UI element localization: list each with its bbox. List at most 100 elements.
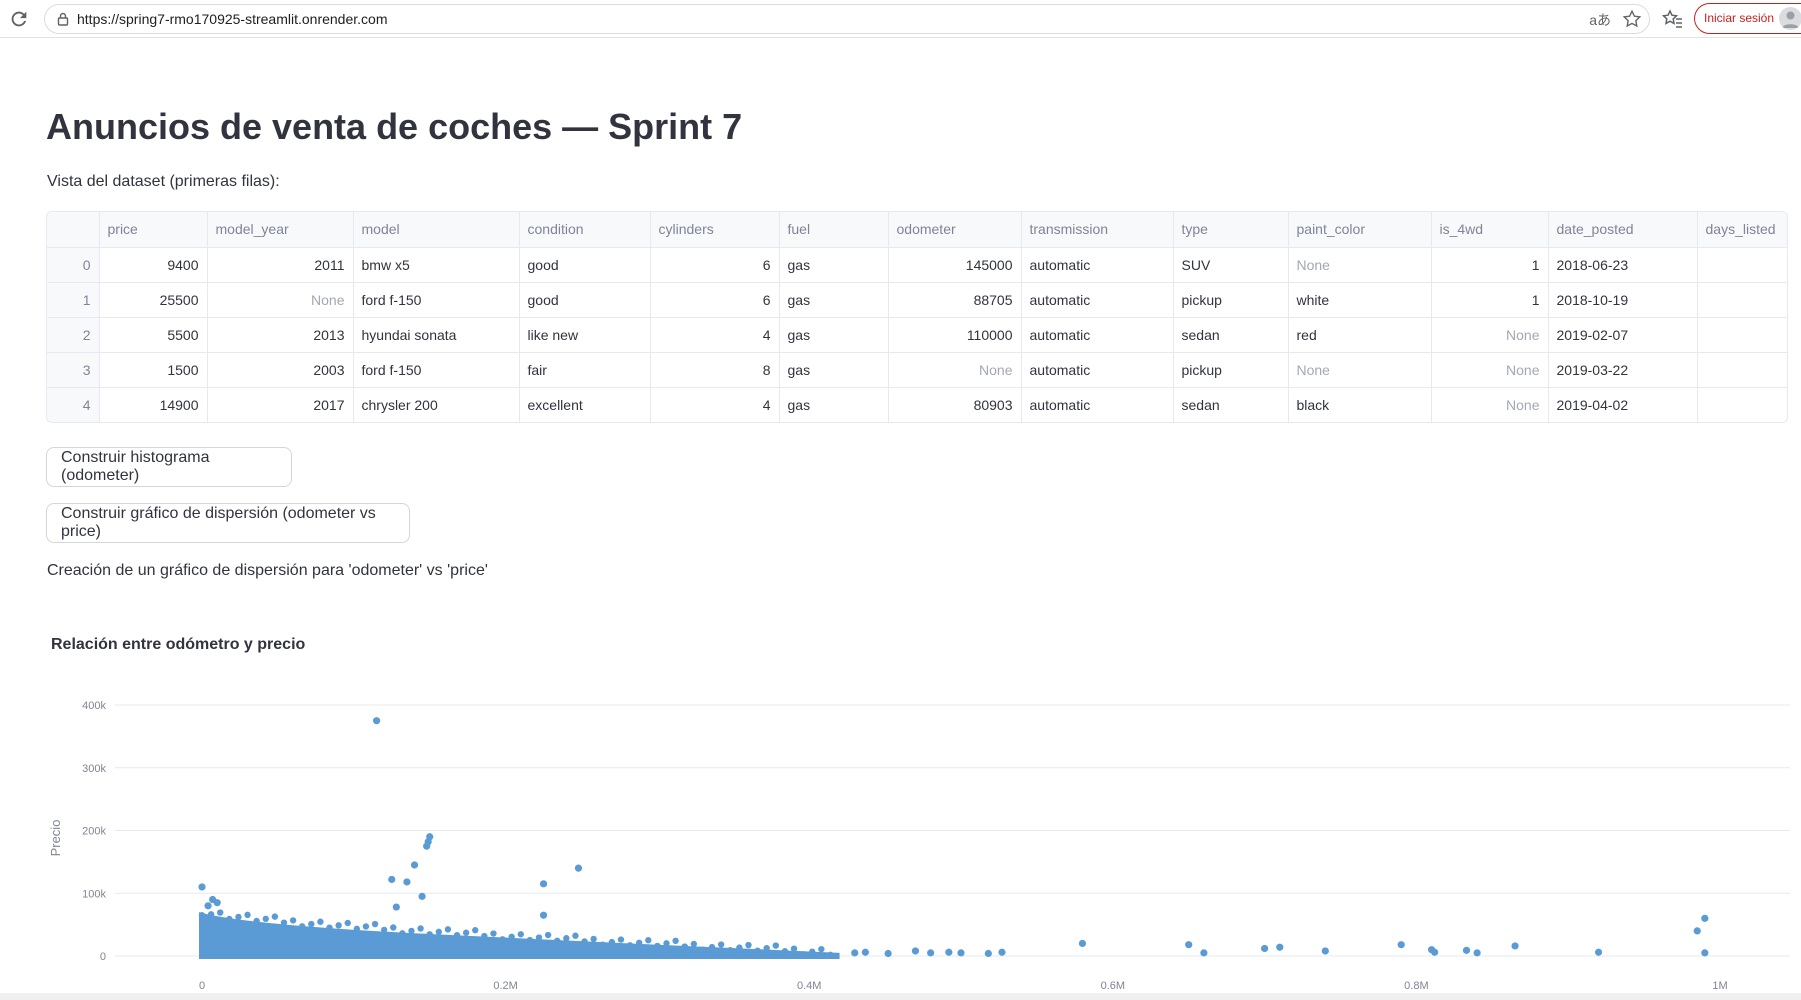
table-cell[interactable]: 4: [650, 317, 780, 353]
table-cell[interactable]: 2013: [207, 317, 354, 353]
table-cell[interactable]: None: [1431, 317, 1549, 353]
table-cell[interactable]: None: [1431, 387, 1549, 422]
table-cell[interactable]: 14900: [99, 387, 208, 422]
table-cell[interactable]: 50: [1697, 282, 1787, 318]
table-row[interactable]: 2 5500 2013 hyundai sonata like new 4 gas 11000…: [47, 317, 1787, 353]
table-cell[interactable]: pickup: [1173, 282, 1289, 318]
index-header[interactable]: [47, 212, 100, 248]
table-cell[interactable]: 6: [650, 247, 780, 283]
table-cell[interactable]: 110000: [888, 317, 1022, 353]
table-cell[interactable]: 2019-03-22: [1548, 352, 1698, 388]
table-cell[interactable]: automatic: [1021, 352, 1174, 388]
table-cell[interactable]: pickup: [1173, 352, 1289, 388]
table-cell[interactable]: bmw x5: [353, 247, 520, 283]
column-header-odometer[interactable]: odometer: [888, 212, 1022, 248]
table-cell[interactable]: 2018-06-23: [1548, 247, 1698, 283]
row-index[interactable]: 3: [47, 352, 100, 388]
table-cell[interactable]: SUV: [1173, 247, 1289, 283]
table-cell[interactable]: red: [1288, 317, 1432, 353]
row-index[interactable]: 2: [47, 317, 100, 353]
table-cell[interactable]: automatic: [1021, 247, 1174, 283]
table-cell[interactable]: gas: [779, 317, 889, 353]
row-index[interactable]: 1: [47, 282, 100, 318]
address-bar[interactable]: https://spring7-rmo170925-streamlit.onre…: [44, 4, 1650, 34]
table-cell[interactable]: sedan: [1173, 317, 1289, 353]
dataframe-table[interactable]: price model_year model condition cylinders fu…: [46, 211, 1788, 423]
column-header-cylinders[interactable]: cylinders: [650, 212, 780, 248]
table-cell[interactable]: 9: [1697, 352, 1787, 388]
table-cell[interactable]: excellent: [519, 387, 651, 422]
table-cell[interactable]: 6: [650, 282, 780, 318]
column-header-paint_color[interactable]: paint_color: [1288, 212, 1432, 248]
table-cell[interactable]: white: [1288, 282, 1432, 318]
column-header-fuel[interactable]: fuel: [779, 212, 889, 248]
table-row[interactable]: 1 25500 None ford f-150 good 6 gas 88705 automat…: [47, 282, 1787, 318]
table-row[interactable]: 4 14900 2017 chrysler 200 excellent 4 gas 80903…: [47, 387, 1787, 422]
table-cell[interactable]: 9400: [99, 247, 208, 283]
column-header-model[interactable]: model: [353, 212, 520, 248]
table-cell[interactable]: None: [1431, 352, 1549, 388]
table-cell[interactable]: good: [519, 247, 651, 283]
column-header-price[interactable]: price: [99, 212, 208, 248]
table-cell[interactable]: 79: [1697, 317, 1787, 353]
column-header-transmission[interactable]: transmission: [1021, 212, 1174, 248]
table-row[interactable]: 3 1500 2003 ford f-150 fair 8 gas None automatic…: [47, 352, 1787, 388]
table-cell[interactable]: 28: [1697, 387, 1787, 422]
table-cell[interactable]: 1: [1431, 247, 1549, 283]
column-header-model_year[interactable]: model_year: [207, 212, 354, 248]
table-cell[interactable]: hyundai sonata: [353, 317, 520, 353]
horizontal-scrollbar[interactable]: [0, 993, 1801, 1000]
bookmark-star-icon[interactable]: [1621, 8, 1643, 30]
table-cell[interactable]: 2018-10-19: [1548, 282, 1698, 318]
table-cell[interactable]: black: [1288, 387, 1432, 422]
table-cell[interactable]: fair: [519, 352, 651, 388]
sign-in-button[interactable]: Iniciar sesión: [1694, 3, 1801, 34]
table-cell[interactable]: gas: [779, 282, 889, 318]
row-index[interactable]: 0: [47, 247, 100, 283]
table-cell[interactable]: None: [1288, 352, 1432, 388]
table-cell[interactable]: 2017: [207, 387, 354, 422]
table-cell[interactable]: None: [1288, 247, 1432, 283]
column-header-condition[interactable]: condition: [519, 212, 651, 248]
column-header-is_4wd[interactable]: is_4wd: [1431, 212, 1549, 248]
table-cell[interactable]: 145000: [888, 247, 1022, 283]
scatter-chart[interactable]: 0 100k 200k 300k 400k 0 0.2M 0.4M 0.6M 0.8M 1M Pr…: [0, 650, 1801, 990]
url-text[interactable]: https://spring7-rmo170925-streamlit.onre…: [77, 11, 387, 27]
table-cell[interactable]: None: [888, 352, 1022, 388]
table-row[interactable]: 0 9400 2011 bmw x5 good 6 gas 145000 automatic SU…: [47, 247, 1787, 283]
table-cell[interactable]: good: [519, 282, 651, 318]
table-cell[interactable]: 2003: [207, 352, 354, 388]
build-histogram-button[interactable]: Construir histograma (odometer): [46, 447, 292, 487]
column-header-days_listed[interactable]: days_listed: [1697, 212, 1787, 248]
table-cell[interactable]: automatic: [1021, 282, 1174, 318]
table-cell[interactable]: gas: [779, 247, 889, 283]
table-cell[interactable]: 2011: [207, 247, 354, 283]
table-cell[interactable]: None: [207, 282, 354, 318]
table-cell[interactable]: 19: [1697, 247, 1787, 283]
table-cell[interactable]: 5500: [99, 317, 208, 353]
table-cell[interactable]: 2019-04-02: [1548, 387, 1698, 422]
table-cell[interactable]: 2019-02-07: [1548, 317, 1698, 353]
table-cell[interactable]: gas: [779, 352, 889, 388]
table-cell[interactable]: like new: [519, 317, 651, 353]
table-cell[interactable]: 4: [650, 387, 780, 422]
table-cell[interactable]: ford f-150: [353, 282, 520, 318]
row-index[interactable]: 4: [47, 387, 100, 422]
translate-icon[interactable]: aあ: [1589, 10, 1611, 30]
reload-icon[interactable]: [8, 8, 30, 30]
table-cell[interactable]: 80903: [888, 387, 1022, 422]
build-scatter-button[interactable]: Construir gráfico de dispersión (odomete…: [46, 503, 410, 543]
table-cell[interactable]: ford f-150: [353, 352, 520, 388]
table-cell[interactable]: 88705: [888, 282, 1022, 318]
table-cell[interactable]: gas: [779, 387, 889, 422]
table-cell[interactable]: sedan: [1173, 387, 1289, 422]
table-cell[interactable]: 1500: [99, 352, 208, 388]
table-cell[interactable]: 1: [1431, 282, 1549, 318]
site-info-icon[interactable]: [55, 11, 71, 27]
table-cell[interactable]: automatic: [1021, 387, 1174, 422]
favorites-icon[interactable]: [1660, 7, 1684, 31]
table-cell[interactable]: automatic: [1021, 317, 1174, 353]
table-cell[interactable]: chrysler 200: [353, 387, 520, 422]
column-header-type[interactable]: type: [1173, 212, 1289, 248]
table-cell[interactable]: 8: [650, 352, 780, 388]
